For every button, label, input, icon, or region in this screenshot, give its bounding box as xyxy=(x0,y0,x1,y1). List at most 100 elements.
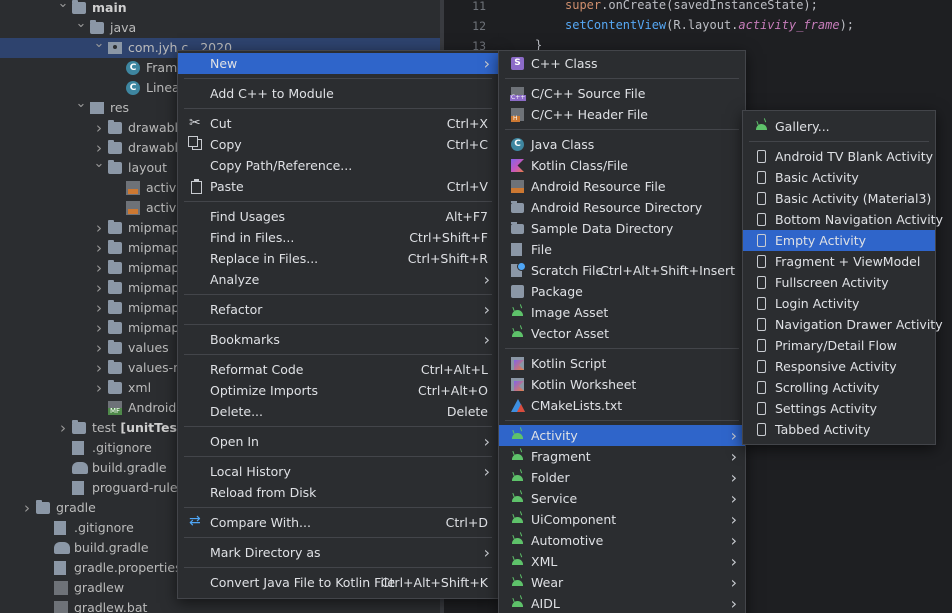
chevron-down-icon[interactable]: ⌄ xyxy=(75,94,87,114)
context-menu-item-replace-in-files[interactable]: Replace in Files... Ctrl+Shift+R xyxy=(178,248,498,269)
chevron-right-icon[interactable]: › xyxy=(93,258,105,278)
activity-menu-item-tabbed-activity[interactable]: Tabbed Activity xyxy=(743,419,935,440)
activity-menu-item-fragment-viewmodel[interactable]: Fragment + ViewModel xyxy=(743,251,935,272)
new-menu-item-package[interactable]: Package xyxy=(499,281,745,302)
context-menu-item-compare-with[interactable]: Compare With... Ctrl+D xyxy=(178,511,498,533)
new-menu-item-android-resource-file[interactable]: Android Resource File xyxy=(499,176,745,197)
activity-menu-item-fullscreen-activity[interactable]: Fullscreen Activity xyxy=(743,272,935,293)
new-menu-item-kotlin-script[interactable]: Kotlin Script xyxy=(499,353,745,374)
chevron-right-icon[interactable]: › xyxy=(93,378,105,398)
new-menu-item-folder[interactable]: Folder › xyxy=(499,467,745,488)
file-icon xyxy=(511,243,522,256)
context-menu-item-copy[interactable]: Copy Ctrl+C xyxy=(178,134,498,155)
chevron-right-icon[interactable]: › xyxy=(93,318,105,338)
activity-menu-item-basic-activity[interactable]: Basic Activity xyxy=(743,167,935,188)
context-menu-item-find-usages[interactable]: Find Usages Alt+F7 xyxy=(178,206,498,227)
new-menu-item-image-asset[interactable]: Image Asset xyxy=(499,302,745,323)
resource-file-icon xyxy=(511,180,524,193)
new-menu-item-cmakelists-txt[interactable]: CMakeLists.txt xyxy=(499,395,745,416)
new-menu-item-aidl[interactable]: AIDL › xyxy=(499,593,745,613)
context-menu-item-convert-java-file-to-kotlin-file[interactable]: Convert Java File to Kotlin File Ctrl+Alt… xyxy=(178,572,498,593)
new-menu-item-xml[interactable]: XML › xyxy=(499,551,745,572)
folder-icon xyxy=(108,220,122,234)
activity-menu-item-login-activity[interactable]: Login Activity xyxy=(743,293,935,314)
chevron-down-icon[interactable]: ⌄ xyxy=(75,14,87,34)
context-menu-item-bookmarks[interactable]: Bookmarks › xyxy=(178,329,498,350)
activity-menu-item-empty-activity[interactable]: Empty Activity xyxy=(743,230,935,251)
chevron-right-icon[interactable]: › xyxy=(57,418,69,438)
new-menu-item-android-resource-directory[interactable]: Android Resource Directory xyxy=(499,197,745,218)
context-menu-item-reformat-code[interactable]: Reformat Code Ctrl+Alt+L xyxy=(178,359,498,380)
chevron-right-icon[interactable]: › xyxy=(93,238,105,258)
new-menu-item-service[interactable]: Service › xyxy=(499,488,745,509)
tree-item-text: main xyxy=(92,0,127,15)
new-menu-item-c-c-header-file[interactable]: C/C++ Header File xyxy=(499,104,745,125)
shortcut-label: Alt+F7 xyxy=(445,209,488,224)
new-menu-item-label: Image Asset xyxy=(531,305,609,320)
context-menu-item-optimize-imports[interactable]: Optimize Imports Ctrl+Alt+O xyxy=(178,380,498,401)
chevron-right-icon: › xyxy=(483,462,490,481)
chevron-right-icon[interactable]: › xyxy=(93,298,105,318)
new-menu-item-file[interactable]: File xyxy=(499,239,745,260)
tree-item[interactable]: gradlew.bat xyxy=(0,598,440,613)
activity-menu-item-settings-activity[interactable]: Settings Activity xyxy=(743,398,935,419)
chevron-right-icon[interactable]: › xyxy=(93,278,105,298)
new-menu-item-java-class[interactable]: C Java Class xyxy=(499,134,745,155)
context-menu-item-copy-path-reference[interactable]: Copy Path/Reference... xyxy=(178,155,498,176)
shortcut-label: Ctrl+Alt+O xyxy=(418,383,488,398)
context-menu-item-add-c-to-module[interactable]: Add C++ to Module xyxy=(178,83,498,104)
context-menu-item-analyze[interactable]: Analyze › xyxy=(178,269,498,290)
new-menu-item-wear[interactable]: Wear › xyxy=(499,572,745,593)
context-menu-item-refactor[interactable]: Refactor › xyxy=(178,299,498,320)
tree-item[interactable]: ⌄ java xyxy=(0,16,440,38)
tree-item-text: layout xyxy=(128,160,168,175)
tree-item[interactable]: ⌄ main xyxy=(0,0,440,18)
cpp-source-icon xyxy=(510,87,527,101)
chevron-right-icon: › xyxy=(483,54,490,73)
context-menu-item-new[interactable]: New › xyxy=(178,53,498,74)
chevron-right-icon[interactable]: › xyxy=(93,118,105,138)
chevron-right-icon[interactable]: › xyxy=(93,358,105,378)
activity-menu-item-label: Android TV Blank Activity xyxy=(775,149,934,164)
folder-icon xyxy=(108,140,122,154)
new-menu-item-c-class[interactable]: S C++ Class xyxy=(499,53,745,74)
new-menu-item-c-c-source-file[interactable]: C/C++ Source File xyxy=(499,83,745,104)
new-menu-item-vector-asset[interactable]: Vector Asset xyxy=(499,323,745,344)
file-icon xyxy=(72,441,84,455)
new-menu-item-kotlin-class-file[interactable]: Kotlin Class/File xyxy=(499,155,745,176)
code-line[interactable]: super.onCreate(savedInstanceState); xyxy=(565,0,818,12)
code-line[interactable]: setContentView(R.layout.activity_frame); xyxy=(565,18,854,32)
activity-menu-item-android-tv-blank-activity[interactable]: Android TV Blank Activity xyxy=(743,146,935,167)
chevron-down-icon[interactable]: ⌄ xyxy=(93,34,105,54)
chevron-right-icon[interactable]: › xyxy=(93,218,105,238)
activity-menu-item-primary-detail-flow[interactable]: Primary/Detail Flow xyxy=(743,335,935,356)
activity-menu-item-gallery[interactable]: Gallery... xyxy=(743,116,935,137)
context-menu-item-find-in-files[interactable]: Find in Files... Ctrl+Shift+F xyxy=(178,227,498,248)
context-menu-item-paste[interactable]: Paste Ctrl+V xyxy=(178,176,498,197)
new-menu-item-sample-data-directory[interactable]: Sample Data Directory xyxy=(499,218,745,239)
new-menu-item-scratch-file[interactable]: Scratch File Ctrl+Alt+Shift+Insert xyxy=(499,260,745,281)
chevron-right-icon[interactable]: › xyxy=(21,498,33,518)
new-menu-item-activity[interactable]: Activity › xyxy=(499,425,745,446)
new-menu-item-uicomponent[interactable]: UiComponent › xyxy=(499,509,745,530)
copy-icon xyxy=(188,136,202,150)
chevron-right-icon[interactable]: › xyxy=(93,338,105,358)
context-menu-item-mark-directory-as[interactable]: Mark Directory as › xyxy=(178,542,498,563)
activity-menu-item-scrolling-activity[interactable]: Scrolling Activity xyxy=(743,377,935,398)
context-menu-item-local-history[interactable]: Local History › xyxy=(178,461,498,482)
new-menu-item-automotive[interactable]: Automotive › xyxy=(499,530,745,551)
android-icon xyxy=(511,450,524,463)
context-menu-item-reload-from-disk[interactable]: Reload from Disk xyxy=(178,482,498,503)
activity-menu-item-responsive-activity[interactable]: Responsive Activity xyxy=(743,356,935,377)
new-menu-item-fragment[interactable]: Fragment › xyxy=(499,446,745,467)
activity-menu-item-bottom-navigation-activity[interactable]: Bottom Navigation Activity xyxy=(743,209,943,230)
activity-menu-item-basic-activity-material3[interactable]: Basic Activity (Material3) xyxy=(743,188,935,209)
context-menu-item-cut[interactable]: Cut Ctrl+X xyxy=(178,113,498,134)
new-menu-item-kotlin-worksheet[interactable]: Kotlin Worksheet xyxy=(499,374,745,395)
chevron-down-icon[interactable]: ⌄ xyxy=(57,0,69,14)
activity-menu-item-navigation-drawer-activity[interactable]: Navigation Drawer Activity xyxy=(743,314,943,335)
context-menu-item-open-in[interactable]: Open In › xyxy=(178,431,498,452)
activity-menu-item-label: Primary/Detail Flow xyxy=(775,338,897,353)
chevron-down-icon[interactable]: ⌄ xyxy=(93,154,105,174)
context-menu-item-delete[interactable]: Delete... Delete xyxy=(178,401,498,422)
